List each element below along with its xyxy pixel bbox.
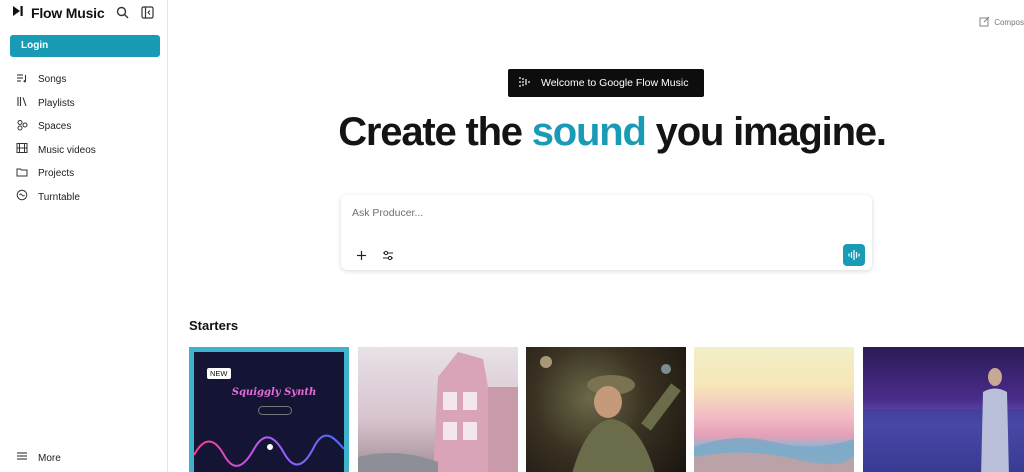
sidebar-nav: Songs Playlists Spaces Music videos Proj… [0, 68, 168, 209]
card-artwork: NEW Squiggly Synth [194, 352, 344, 472]
house-illustration [358, 352, 518, 472]
sidebar-item-label: Playlists [38, 97, 75, 109]
flow-dots-icon [518, 76, 532, 91]
folder-icon [16, 165, 28, 183]
hero-title-end: you imagine. [645, 110, 887, 154]
starters-title: Starters [189, 318, 239, 333]
playlists-icon [16, 94, 28, 112]
sidebar-item-playlists[interactable]: Playlists [0, 92, 168, 116]
search-icon[interactable] [115, 5, 129, 19]
sidebar-item-songs[interactable]: Songs [0, 68, 168, 92]
starter-card[interactable] [526, 347, 686, 472]
sidebar-item-label: Songs [38, 74, 67, 86]
sidebar-item-label: Music videos [38, 144, 96, 156]
main-content: Compos Welcome to Google Flow Music Crea… [168, 0, 1024, 472]
card-title: Squiggly Synth [231, 387, 317, 398]
new-badge: NEW [207, 368, 231, 379]
compose-icon [979, 16, 990, 29]
voice-input-button[interactable] [843, 244, 865, 266]
prompt-box [341, 195, 872, 270]
dancer-illustration [540, 356, 681, 472]
hero-title: Create the sound you imagine. [168, 110, 1024, 155]
menu-icon [16, 449, 28, 467]
songs-icon [16, 71, 28, 89]
card-pill [258, 406, 292, 415]
hero-title-accent: sound [531, 110, 647, 154]
turntable-icon [16, 188, 28, 206]
app-window: Flow Music Login Songs Playlists Spaces … [0, 0, 1024, 472]
sidebar-item-spaces[interactable]: Spaces [0, 115, 168, 139]
flow-logo-icon [12, 4, 26, 22]
brand[interactable]: Flow Music [12, 4, 105, 22]
welcome-text: Welcome to Google Flow Music [541, 77, 689, 89]
landscape-illustration [694, 438, 854, 472]
performer-illustration [863, 368, 1024, 472]
more-label: More [38, 452, 61, 464]
brand-name: Flow Music [31, 5, 105, 21]
settings-sliders-icon[interactable] [379, 246, 397, 264]
sidebar-item-music-videos[interactable]: Music videos [0, 139, 168, 163]
collapse-sidebar-icon[interactable] [140, 5, 154, 19]
starter-card[interactable] [358, 347, 518, 472]
prompt-input[interactable] [352, 205, 832, 221]
welcome-badge[interactable]: Welcome to Google Flow Music [508, 69, 704, 97]
sidebar-item-label: Turntable [38, 191, 80, 203]
compose-button[interactable]: Compos [979, 16, 1024, 29]
sidebar-item-label: Projects [38, 168, 75, 180]
sidebar-item-projects[interactable]: Projects [0, 162, 168, 186]
login-button[interactable]: Login [10, 35, 160, 57]
starter-card[interactable] [694, 347, 854, 472]
music-videos-icon [16, 141, 28, 159]
sidebar-item-turntable[interactable]: Turntable [0, 186, 168, 210]
sidebar: Flow Music Login Songs Playlists Spaces … [0, 0, 168, 472]
add-icon[interactable] [352, 246, 370, 264]
starter-card[interactable]: NEW Squiggly Synth [189, 347, 349, 472]
compose-label: Compos [994, 18, 1024, 27]
waveform-icon [848, 250, 860, 260]
spaces-icon [16, 118, 28, 136]
more-button[interactable]: More [16, 449, 61, 467]
synth-wave [194, 434, 344, 467]
hero-title-start: Create the [338, 110, 532, 154]
starter-card[interactable] [863, 347, 1024, 472]
sidebar-item-label: Spaces [38, 121, 72, 133]
